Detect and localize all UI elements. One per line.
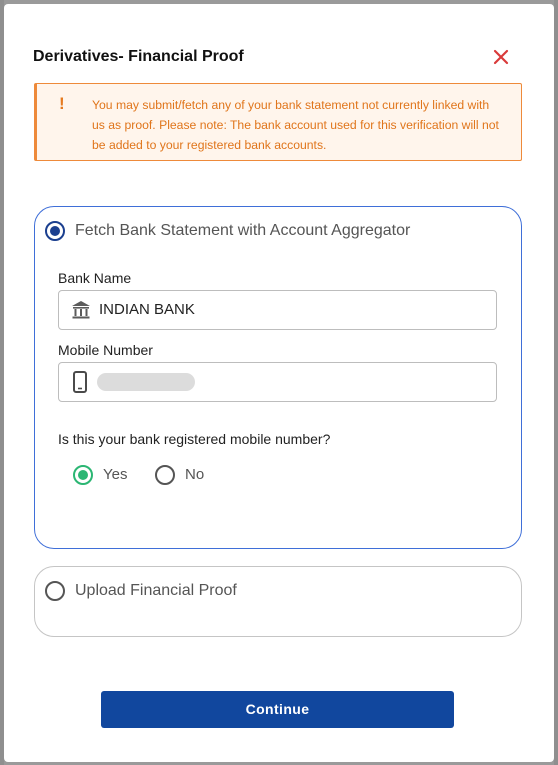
warning-notice: ! You may submit/fetch any of your bank … xyxy=(34,83,522,161)
bank-name-field[interactable]: INDIAN BANK xyxy=(58,290,497,330)
financial-proof-dialog: Derivatives- Financial Proof ! You may s… xyxy=(4,4,554,762)
dialog-header: Derivatives- Financial Proof xyxy=(33,44,530,74)
bank-name-label: Bank Name xyxy=(58,270,132,286)
upload-option-label[interactable]: Upload Financial Proof xyxy=(75,582,237,600)
bank-icon xyxy=(71,300,91,325)
continue-button[interactable]: Continue xyxy=(101,691,454,728)
yes-label[interactable]: Yes xyxy=(103,466,127,483)
aggregator-option-label[interactable]: Fetch Bank Statement with Account Aggreg… xyxy=(75,222,410,240)
redacted-mobile-value xyxy=(97,373,195,391)
warning-message: You may submit/fetch any of your bank st… xyxy=(92,98,499,152)
mobile-phone-icon xyxy=(73,371,87,398)
option-upload-financial-proof[interactable]: Upload Financial Proof xyxy=(34,566,522,637)
mobile-number-field[interactable] xyxy=(58,362,497,402)
yes-radio[interactable] xyxy=(73,465,93,485)
registered-mobile-question: Is this your bank registered mobile numb… xyxy=(58,431,331,447)
bank-name-value: INDIAN BANK xyxy=(99,301,195,318)
option-account-aggregator[interactable]: Fetch Bank Statement with Account Aggreg… xyxy=(34,206,522,549)
mobile-number-label: Mobile Number xyxy=(58,342,153,358)
warning-icon: ! xyxy=(59,94,65,113)
close-icon[interactable] xyxy=(490,46,512,68)
backdrop-right xyxy=(554,0,558,765)
dialog-title: Derivatives- Financial Proof xyxy=(33,48,244,65)
no-radio[interactable] xyxy=(155,465,175,485)
upload-radio[interactable] xyxy=(45,581,65,601)
aggregator-radio[interactable] xyxy=(45,221,65,241)
no-label[interactable]: No xyxy=(185,466,204,483)
